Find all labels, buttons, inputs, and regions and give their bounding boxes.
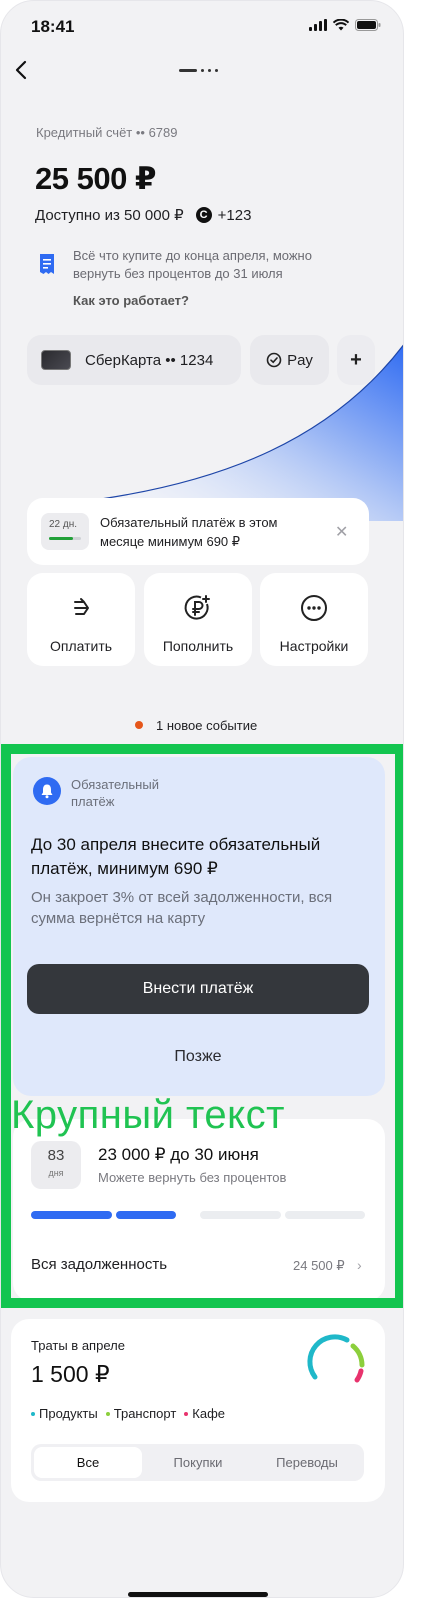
status-icons	[309, 19, 381, 31]
phone-screen: 18:41 Кредитный счёт •• 6789 25 500 ₽ До…	[0, 0, 404, 1598]
check-circle-icon	[266, 352, 282, 368]
add-card-button[interactable]: +	[337, 335, 375, 385]
page-indicator	[179, 69, 218, 72]
spasibo-bonus-icon: С	[195, 207, 212, 223]
pay-label: Pay	[287, 351, 313, 369]
debt-title: 23 000 ₽ до 30 июня	[98, 1145, 259, 1164]
back-arrow-icon[interactable]	[11, 59, 33, 81]
debt-subtitle: Можете вернуть без процентов	[98, 1170, 287, 1185]
notice-subtitle: Он закроет 3% от всей задолженности, вся…	[31, 889, 333, 927]
action-pay-label: Оплатить	[49, 638, 113, 654]
notice-title: До 30 апреля внесите обязательный платёж…	[31, 835, 321, 878]
debt-total-value: 24 500 ₽	[293, 1258, 345, 1273]
account-label: Кредитный счёт •• 6789	[36, 125, 178, 140]
action-settings-label: Настройки	[279, 638, 349, 654]
available-text: Доступно из 50 000 ₽	[35, 207, 184, 224]
bell-icon	[33, 777, 61, 805]
debt-progress-segment	[200, 1211, 281, 1219]
spending-filter-tabs: Все Покупки Переводы	[31, 1444, 364, 1481]
tab-purchases[interactable]: Покупки	[144, 1447, 252, 1478]
notice-tag: Обязательный платёж	[71, 777, 159, 809]
available-limit: Доступно из 50 000 ₽ С +123	[35, 206, 252, 225]
legend-label: Кафе	[192, 1406, 226, 1421]
spending-legend: Продукты Транспорт Кафе	[31, 1406, 225, 1421]
status-time: 18:41	[31, 17, 75, 36]
transfer-arrow-icon	[74, 598, 89, 615]
spending-card[interactable]: Траты в апреле 1 500 ₽ Продукты Транспор…	[11, 1319, 385, 1502]
mandatory-payment-notice: Обязательный платёж До 30 апреля внесите…	[13, 757, 385, 1096]
action-topup[interactable]: Пополнить	[144, 573, 252, 666]
debt-progress-segment	[31, 1211, 112, 1219]
action-settings[interactable]: Настройки	[260, 573, 368, 666]
large-text-overlay: Крупный текст	[11, 1093, 285, 1137]
days-remaining-unit: дня	[48, 1168, 64, 1178]
card-chip[interactable]: СберКарта •• 1234	[27, 335, 241, 385]
action-pay[interactable]: Оплатить	[27, 573, 135, 666]
legend-label: Продукты	[39, 1406, 98, 1421]
debt-progress-segment	[284, 1211, 365, 1219]
tab-transfers[interactable]: Переводы	[253, 1447, 361, 1478]
days-remaining-box: 83 дня	[31, 1141, 81, 1189]
legend-dot	[105, 1411, 110, 1416]
legend-item: Транспорт	[105, 1406, 177, 1421]
spending-donut-chart	[307, 1334, 365, 1383]
receipt-icon	[40, 254, 54, 274]
home-indicator[interactable]	[128, 1592, 268, 1597]
reminder-text: Обязательный платёж в этом месяце миниму…	[100, 515, 278, 549]
tab-all[interactable]: Все	[34, 1447, 142, 1478]
days-progress-fill	[49, 537, 73, 540]
promo-text: Всё что купите до конца апреля, можно ве…	[73, 248, 312, 281]
close-icon[interactable]: ✕	[335, 522, 348, 542]
ruble-plus-icon	[184, 595, 210, 620]
battery-icon	[355, 19, 381, 31]
debt-total-label: Вся задолженность	[31, 1256, 168, 1273]
card-thumbnail-icon	[41, 350, 71, 370]
debt-card[interactable]: 83 дня 23 000 ₽ до 30 июня Можете вернут…	[13, 1119, 385, 1301]
cellular-signal-icon	[309, 19, 327, 31]
pay-chip[interactable]: Pay	[250, 335, 329, 385]
new-event-dot	[135, 721, 143, 729]
action-topup-label: Пополнить	[162, 638, 234, 654]
days-left-text: 22 дн.	[49, 519, 78, 530]
make-payment-button[interactable]: Внести платёж	[27, 964, 369, 1014]
new-event-text[interactable]: 1 новое событие	[156, 718, 257, 733]
how-it-works-link[interactable]: Как это работает?	[73, 293, 189, 308]
spending-title: Траты в апреле	[31, 1338, 125, 1353]
days-left-badge: 22 дн.	[41, 513, 89, 550]
more-dots-icon	[301, 595, 327, 621]
legend-item: Продукты	[31, 1406, 98, 1421]
legend-dot	[31, 1411, 35, 1416]
later-button[interactable]: Позже	[27, 1037, 369, 1077]
legend-label: Транспорт	[113, 1406, 177, 1421]
legend-item: Кафе	[184, 1406, 225, 1421]
debt-progress-segment	[115, 1211, 176, 1219]
spending-amount: 1 500 ₽	[31, 1361, 110, 1387]
account-balance: 25 500 ₽	[35, 161, 157, 196]
wifi-icon	[333, 19, 349, 31]
payment-reminder[interactable]: 22 дн. Обязательный платёж в этом месяце…	[27, 498, 369, 565]
card-label: СберКарта •• 1234	[85, 351, 214, 369]
legend-dot	[184, 1411, 189, 1416]
chevron-right-icon: ›	[357, 1257, 362, 1273]
days-progress	[49, 537, 81, 540]
bonus-value: +123	[217, 206, 252, 224]
days-remaining-number: 83	[47, 1147, 65, 1164]
